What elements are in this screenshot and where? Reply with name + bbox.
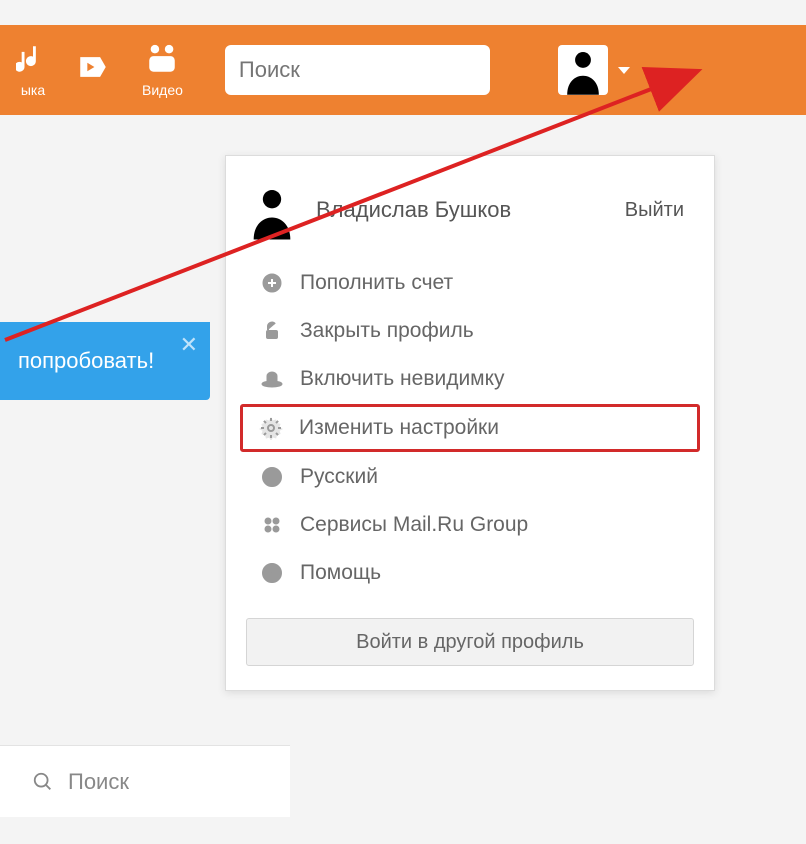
gear-icon (259, 416, 283, 440)
nav-video[interactable]: Видео (142, 42, 183, 98)
menu-topup[interactable]: Пополнить счет (242, 260, 698, 306)
topbar: ыка Видео (0, 25, 806, 115)
logout-link[interactable]: Выйти (625, 199, 684, 222)
menu-label: Русский (300, 465, 378, 489)
apps-icon (260, 513, 284, 537)
help-icon (260, 561, 284, 585)
menu-services[interactable]: Сервисы Mail.Ru Group (242, 502, 698, 548)
person-icon (564, 47, 602, 95)
menu-label: Помощь (300, 561, 381, 585)
nav-music[interactable]: ыка (16, 42, 50, 98)
close-icon[interactable]: ✕ (180, 332, 198, 358)
person-icon (250, 184, 294, 240)
coin-plus-icon (260, 271, 284, 295)
menu-label: Сервисы Mail.Ru Group (300, 513, 528, 537)
menu-label: Закрыть профиль (300, 319, 474, 343)
chevron-down-icon (618, 67, 630, 74)
profile-dropdown: Владислав Бушков Выйти Пополнить счет За… (225, 155, 715, 691)
promo-banner[interactable]: попробовать! ✕ (0, 322, 210, 400)
play-tag-icon (76, 50, 110, 84)
menu-label: Пополнить счет (300, 271, 453, 295)
avatar (558, 45, 608, 95)
menu-language[interactable]: Русский (242, 454, 698, 500)
search-input[interactable] (239, 57, 527, 83)
menu-close-profile[interactable]: Закрыть профиль (242, 308, 698, 354)
search-box[interactable] (225, 45, 490, 95)
lock-open-icon (260, 319, 284, 343)
user-name: Владислав Бушков (316, 197, 625, 223)
bottom-search[interactable]: Поиск (0, 745, 290, 817)
avatar (246, 180, 298, 240)
search-label: Поиск (68, 769, 129, 795)
nav-label: Видео (142, 82, 183, 98)
menu-label: Изменить настройки (299, 416, 499, 440)
globe-icon (260, 465, 284, 489)
promo-text: попробовать! (18, 348, 154, 374)
profile-trigger[interactable] (558, 45, 630, 95)
dropdown-header: Владислав Бушков Выйти (226, 176, 714, 258)
search-icon (32, 771, 54, 793)
switch-profile-button[interactable]: Войти в другой профиль (246, 618, 694, 666)
menu-label: Включить невидимку (300, 367, 505, 391)
button-label: Войти в другой профиль (356, 631, 584, 654)
music-icon (16, 42, 50, 76)
hat-icon (260, 367, 284, 391)
menu-invisible[interactable]: Включить невидимку (242, 356, 698, 402)
nav-play[interactable] (76, 50, 110, 90)
video-icon (145, 42, 179, 76)
menu-help[interactable]: Помощь (242, 550, 698, 596)
nav-label: ыка (21, 82, 45, 98)
menu-settings[interactable]: Изменить настройки (240, 404, 700, 452)
